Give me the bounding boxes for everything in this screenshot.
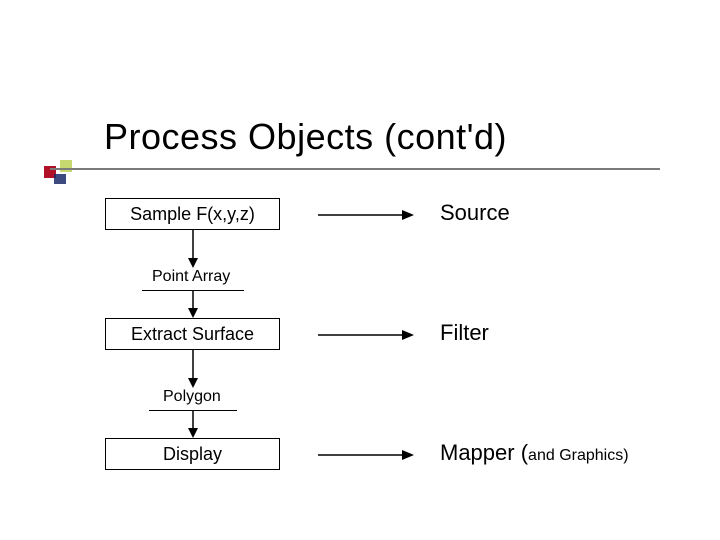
label-mapper: Mapper (and Graphics) xyxy=(440,440,629,466)
arrow-sample-to-pointarray xyxy=(190,230,200,268)
arrow-pointarray-to-extract xyxy=(190,290,200,318)
label-filter: Filter xyxy=(440,320,489,346)
label-mapper-main: Mapper ( xyxy=(440,440,528,465)
arrow-to-filter xyxy=(318,332,414,342)
label-mapper-paren: and Graphics) xyxy=(528,447,629,464)
box-extract-surface: Extract Surface xyxy=(105,318,280,350)
arrow-extract-to-polygon xyxy=(190,350,200,388)
label-source: Source xyxy=(440,200,510,226)
box-display: Display xyxy=(105,438,280,470)
arrow-polygon-to-display xyxy=(190,410,200,438)
box-sample: Sample F(x,y,z) xyxy=(105,198,280,230)
label-point-array: Point Array xyxy=(152,268,230,286)
arrow-to-source xyxy=(318,212,414,222)
diagram-stage: Sample F(x,y,z) Point Array Extract Surf… xyxy=(0,180,720,540)
arrow-to-mapper xyxy=(318,452,414,462)
title-underline xyxy=(50,168,660,170)
page-title: Process Objects (cont'd) xyxy=(104,116,507,158)
label-polygon: Polygon xyxy=(163,388,221,406)
